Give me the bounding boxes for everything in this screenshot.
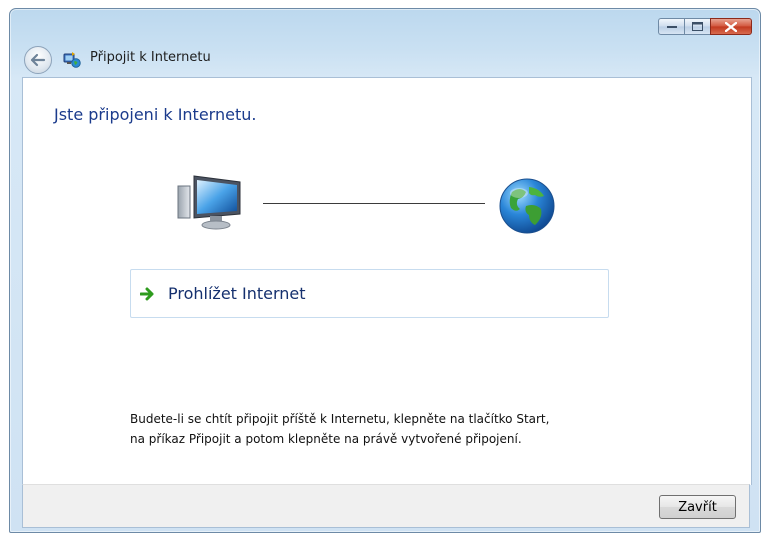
maximize-button[interactable]: [684, 18, 710, 35]
network-connection-icon: [63, 52, 81, 68]
content-area: Jste připojeni k Internetu. Prohlížet In…: [22, 77, 752, 485]
globe-icon: [499, 178, 555, 234]
close-button[interactable]: Zavřít: [659, 495, 736, 519]
green-arrow-icon: [140, 285, 158, 303]
page-heading: Jste připojeni k Internetu.: [54, 105, 257, 124]
back-arrow-icon: [30, 53, 46, 67]
window-title: Připojit k Internetu: [90, 50, 211, 65]
minimize-button[interactable]: [658, 18, 684, 35]
connection-line: [263, 203, 485, 204]
computer-icon: [177, 175, 241, 230]
window-close-button[interactable]: [710, 18, 752, 35]
maximize-icon: [692, 22, 703, 31]
info-text: Budete-li se chtít připojit příště k Int…: [130, 412, 550, 446]
close-icon: [725, 21, 737, 32]
caption-buttons: [658, 18, 752, 35]
browse-internet-link[interactable]: Prohlížet Internet: [130, 269, 609, 318]
dialog-footer: Zavřít: [22, 484, 750, 528]
browse-internet-label: Prohlížet Internet: [168, 284, 306, 303]
back-button[interactable]: [24, 46, 52, 74]
minimize-icon: [666, 25, 677, 28]
dialog-window: Připojit k Internetu Jste připojeni k In…: [9, 8, 761, 533]
